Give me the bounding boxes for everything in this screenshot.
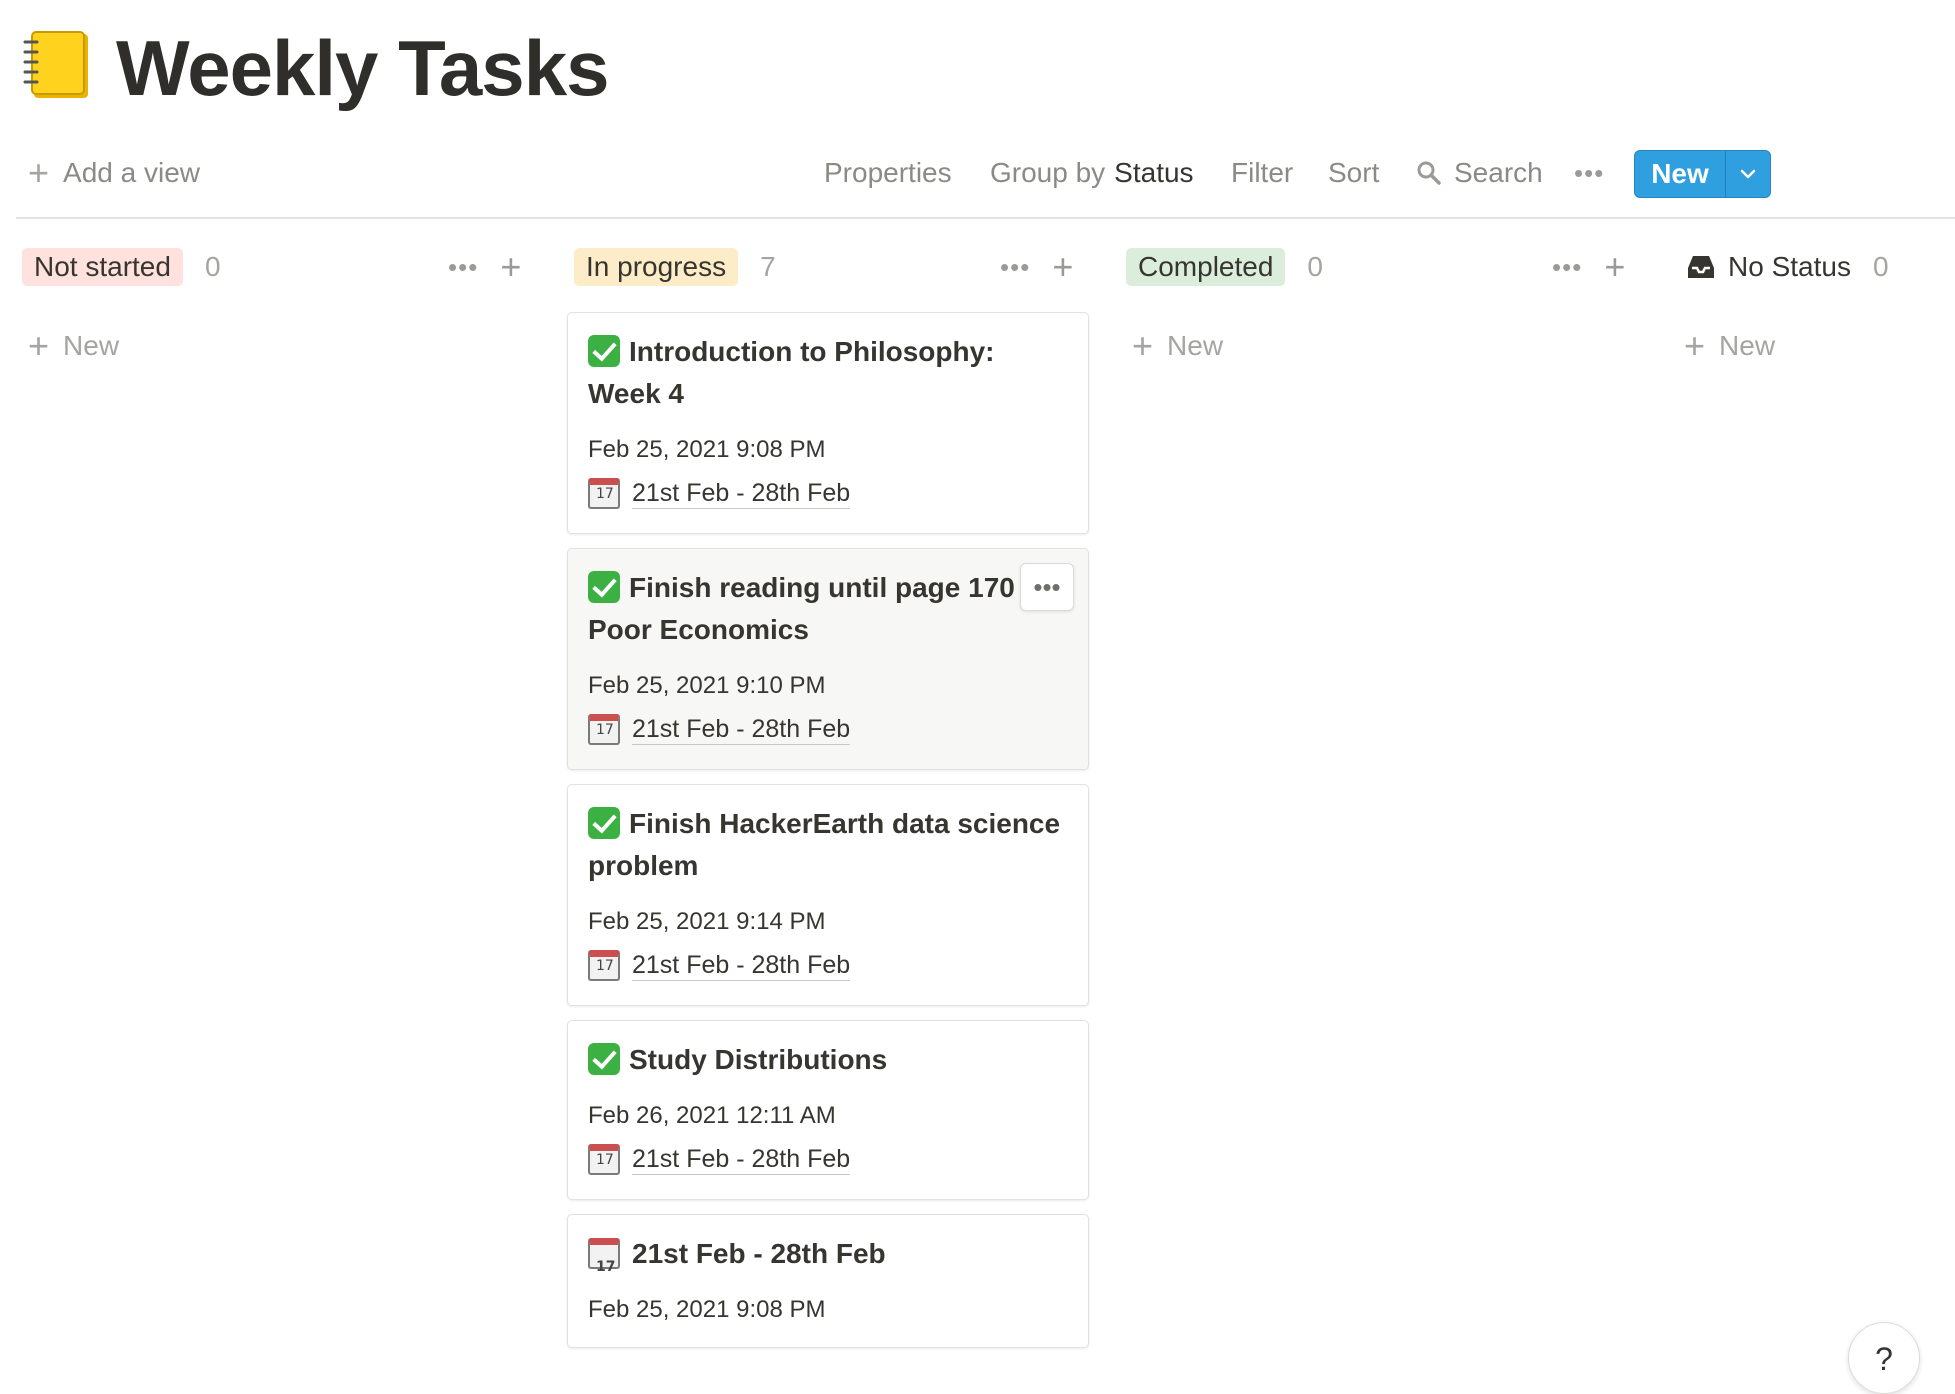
chevron-down-icon [1740, 169, 1756, 179]
card-week-link[interactable]: 21st Feb - 28th Feb [632, 714, 851, 745]
sort-button[interactable]: Sort [1328, 146, 1379, 200]
group-by-button[interactable]: Group by Status [990, 146, 1194, 200]
card-more-options-icon[interactable]: ••• [1020, 563, 1074, 611]
group-by-value: Status [1114, 157, 1194, 188]
notebook-icon [23, 31, 88, 98]
card-title: Finish HackerEarth data science problem [588, 808, 1061, 881]
plus-icon: + [1132, 325, 1154, 366]
card-title: Finish reading until page 170 of Poor Ec… [588, 572, 1050, 645]
card-created-date: Feb 25, 2021 9:10 PM [588, 672, 826, 699]
check-icon [588, 1043, 620, 1075]
column-add-icon[interactable]: + [500, 249, 521, 285]
column-add-icon[interactable]: + [1604, 249, 1625, 285]
status-pill-in-progress: In progress [574, 248, 739, 286]
task-card[interactable]: Finish reading until page 170 of Poor Ec… [567, 548, 1089, 770]
card-week-link[interactable]: 21st Feb - 28th Feb [632, 1144, 851, 1175]
calendar-icon [588, 1238, 620, 1288]
column-add-icon[interactable]: + [1052, 249, 1073, 285]
new-button-group: New [1634, 150, 1771, 198]
column-count: 0 [204, 251, 221, 282]
new-dropdown-button[interactable] [1725, 151, 1770, 197]
column-count: 7 [760, 251, 776, 282]
column-count: 0 [1872, 251, 1889, 282]
plus-icon: + [28, 152, 50, 193]
column-header-not-started[interactable]: Not started 0 [22, 248, 221, 286]
column-new-label: New [63, 330, 120, 361]
plus-icon: + [1684, 325, 1706, 366]
card-created-date: Feb 25, 2021 9:14 PM [588, 908, 826, 935]
search-label: Search [1454, 157, 1543, 188]
status-pill-completed: Completed [1126, 248, 1286, 286]
filter-button[interactable]: Filter [1231, 146, 1293, 200]
help-button[interactable]: ? [1848, 1322, 1920, 1394]
column-more-icon[interactable]: ••• [1000, 254, 1030, 280]
card-week-link[interactable]: 21st Feb - 28th Feb [632, 478, 851, 509]
column-actions: ••• + [1000, 248, 1073, 286]
column-header-completed[interactable]: Completed 0 [1126, 248, 1323, 286]
task-card[interactable]: 21st Feb - 28th Feb Feb 25, 2021 9:08 PM [567, 1214, 1089, 1348]
card-created-date: Feb 25, 2021 9:08 PM [588, 1296, 826, 1323]
card-title: Study Distributions [629, 1044, 888, 1075]
card-created-date: Feb 25, 2021 9:08 PM [588, 436, 826, 463]
view-toolbar: + Add a view Properties Group by Status … [0, 146, 1955, 200]
search-button[interactable]: Search [1416, 146, 1543, 200]
page-title: Weekly Tasks [116, 24, 609, 112]
calendar-icon [588, 478, 620, 509]
card-title: Introduction to Philosophy: Week 4 [588, 336, 995, 409]
calendar-icon [588, 1144, 620, 1175]
column-actions: ••• + [448, 248, 521, 286]
column-header-in-progress[interactable]: In progress 7 [574, 248, 776, 286]
inbox-icon [1688, 256, 1714, 278]
more-options-icon[interactable]: ••• [1574, 146, 1604, 200]
column-count: 0 [1307, 251, 1323, 282]
column-new-button[interactable]: + New [1132, 326, 1223, 366]
search-icon [1417, 161, 1441, 185]
plus-icon: + [28, 325, 50, 366]
check-icon [588, 807, 620, 839]
column-header-no-status[interactable]: No Status 0 [1686, 248, 1889, 286]
card-title: 21st Feb - 28th Feb [632, 1238, 886, 1269]
calendar-icon [588, 950, 620, 981]
column-more-icon[interactable]: ••• [1552, 254, 1582, 280]
new-button[interactable]: New [1635, 151, 1725, 197]
column-more-icon[interactable]: ••• [448, 254, 478, 280]
properties-button[interactable]: Properties [824, 146, 952, 200]
column-new-label: New [1167, 330, 1224, 361]
calendar-icon [588, 714, 620, 745]
group-by-label: Group by [990, 157, 1106, 188]
task-card[interactable]: Study Distributions Feb 26, 2021 12:11 A… [567, 1020, 1089, 1200]
add-view-label: Add a view [63, 157, 200, 188]
column-actions: ••• + [1552, 248, 1625, 286]
column-new-label: New [1719, 330, 1776, 361]
task-card[interactable]: Introduction to Philosophy: Week 4 Feb 2… [567, 312, 1089, 534]
column-new-button[interactable]: + New [28, 326, 119, 366]
add-view-button[interactable]: + Add a view [28, 146, 200, 200]
card-week-link[interactable]: 21st Feb - 28th Feb [632, 950, 851, 981]
card-created-date: Feb 26, 2021 12:11 AM [588, 1102, 836, 1129]
toolbar-divider [16, 217, 1955, 219]
check-icon [588, 335, 620, 367]
no-status-label: No Status [1728, 251, 1851, 282]
column-new-button[interactable]: + New [1684, 326, 1775, 366]
task-card[interactable]: Finish HackerEarth data science problem … [567, 784, 1089, 1006]
check-icon [588, 571, 620, 603]
status-pill-not-started: Not started [22, 248, 183, 286]
